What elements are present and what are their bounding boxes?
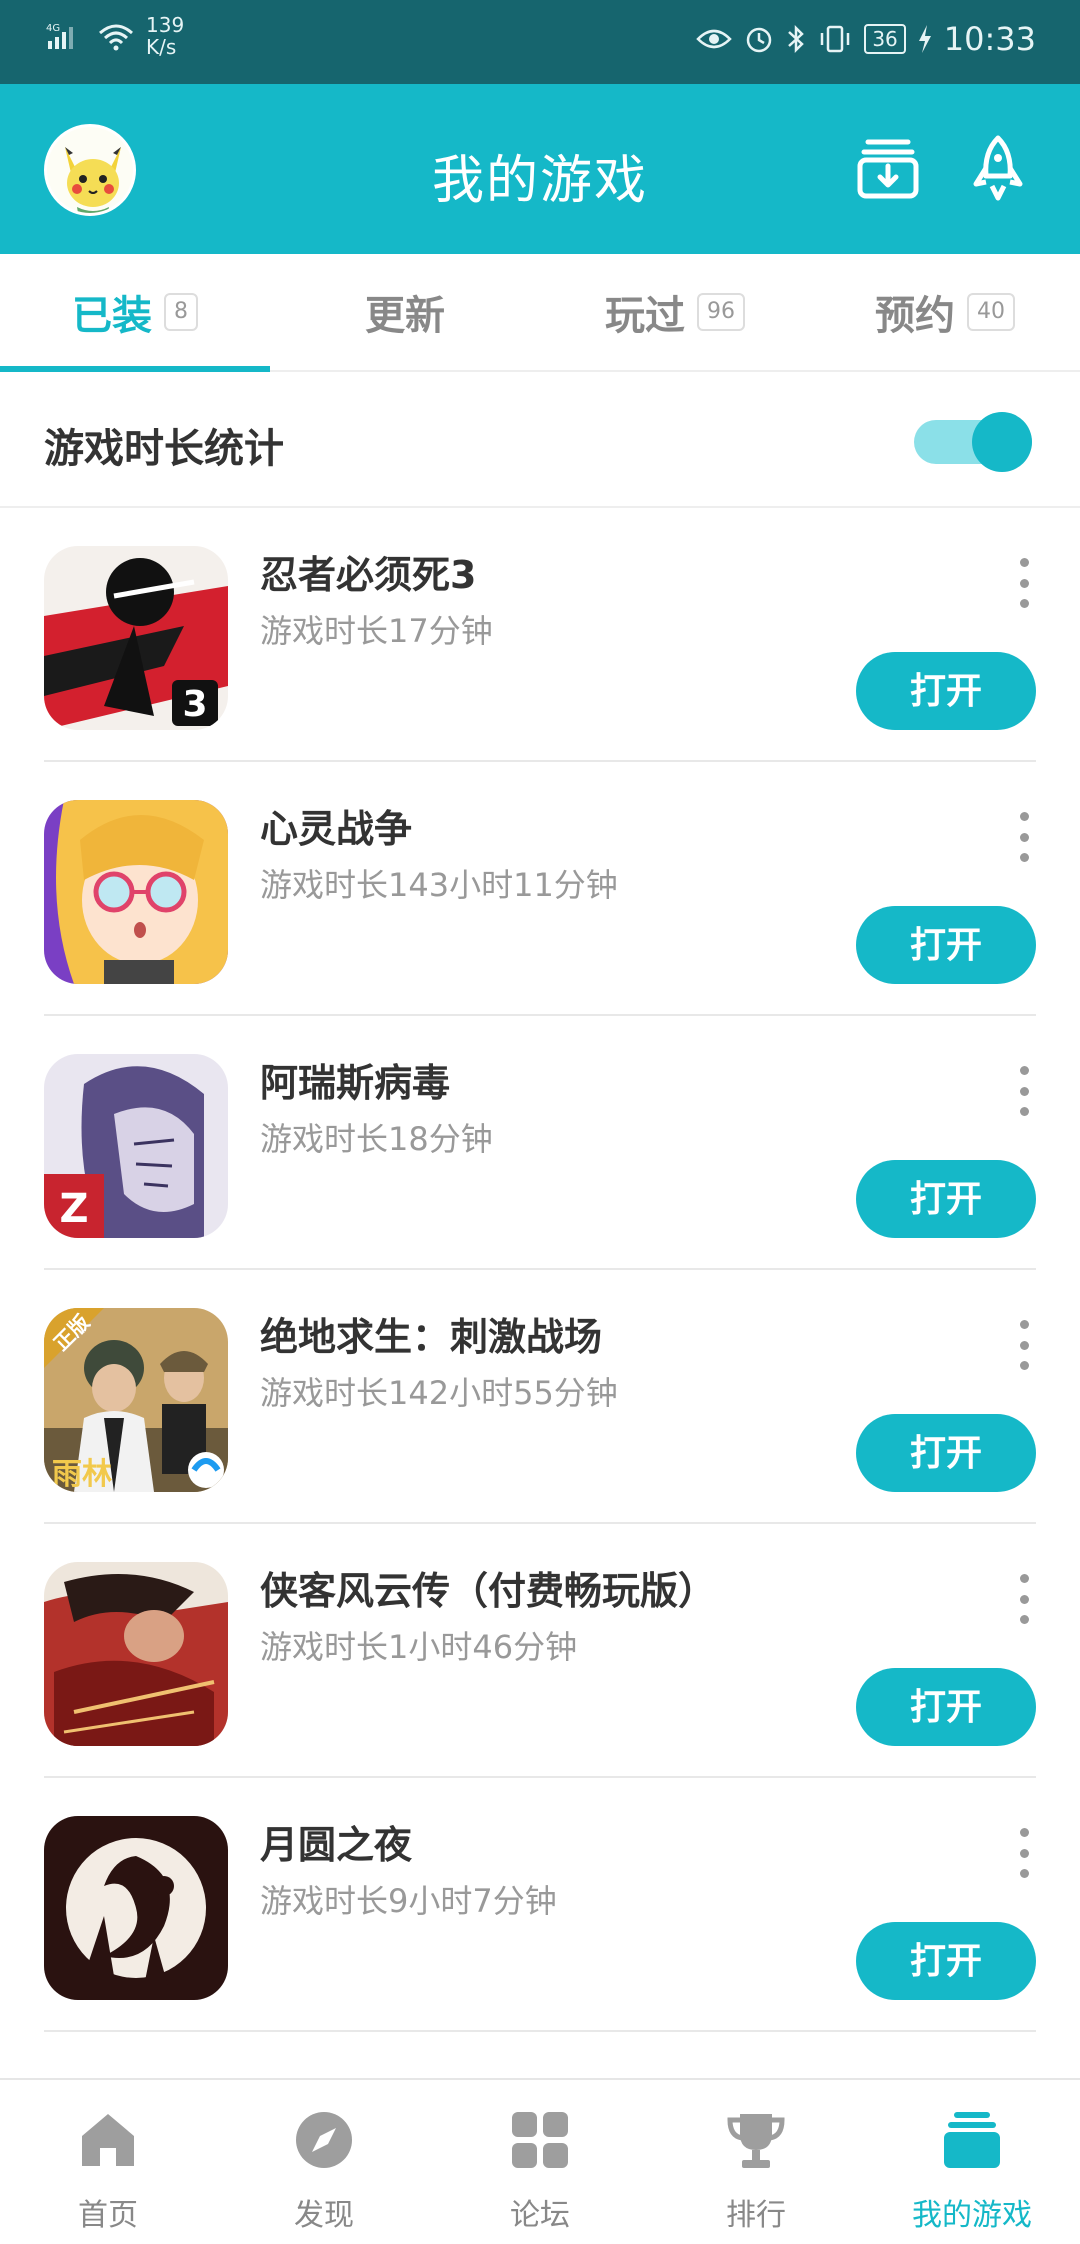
nav-item-my-games[interactable]: 我的游戏 [864, 2080, 1080, 2244]
tab-installed[interactable]: 已装 8 [0, 254, 270, 372]
tab-label: 已装 [72, 293, 152, 339]
more-options-icon[interactable] [1012, 812, 1036, 862]
list-item[interactable]: 月圆之夜 游戏时长9小时7分钟 打开 [44, 1778, 1036, 2032]
list-item[interactable]: Z 阿瑞斯病毒 游戏时长18分钟 打开 [44, 1016, 1036, 1270]
net-speed: 139 K/s [146, 14, 184, 58]
game-title: 阿瑞斯病毒 [260, 1061, 451, 1105]
compass-icon [296, 2112, 352, 2168]
game-title: 侠客风云传（付费畅玩版） [260, 1569, 717, 1613]
open-game-button[interactable]: 打开 [856, 1414, 1036, 1492]
game-icon-ares-virus: Z [44, 1054, 228, 1238]
my-games-icon [944, 2112, 1000, 2168]
speedup-button[interactable] [962, 132, 1034, 204]
playtime-stats-label: 游戏时长统计 [44, 426, 284, 472]
open-game-button[interactable]: 打开 [856, 1668, 1036, 1746]
tab-label: 更新 [365, 293, 445, 339]
nav-item-ranking[interactable]: 排行 [648, 2080, 864, 2244]
alarm-icon [747, 27, 772, 53]
nav-label: 论坛 [510, 2198, 570, 2233]
open-game-button[interactable]: 打开 [856, 652, 1036, 730]
game-icon-ninja: 3 [44, 546, 228, 730]
status-left: 4G 139 K/s [46, 14, 184, 58]
nav-label: 我的游戏 [912, 2198, 1032, 2233]
clock: 10:33 [943, 20, 1036, 58]
game-icon-mind-war [44, 800, 228, 984]
more-options-icon[interactable] [1012, 1066, 1036, 1116]
tab-updates[interactable]: 更新 [270, 254, 540, 370]
home-icon [82, 2114, 134, 2166]
nav-item-forum[interactable]: 论坛 [432, 2080, 648, 2244]
game-title: 心灵战争 [260, 807, 413, 851]
svg-text:Z: Z [59, 1186, 88, 1232]
game-icon-xiake [44, 1562, 228, 1746]
game-title: 月圆之夜 [260, 1823, 413, 1867]
list-item[interactable]: 正版 雨林 绝地求生：刺激战场 游戏时长142小时55分钟 打开 [44, 1270, 1036, 1524]
bottom-nav: 首页 发现 论坛 排行 我的游戏 [0, 2078, 1080, 2244]
app-header: 我的游戏 [0, 84, 1080, 254]
tab-reserved[interactable]: 预约 40 [810, 254, 1080, 370]
open-game-button[interactable]: 打开 [856, 1922, 1036, 2000]
open-game-button[interactable]: 打开 [856, 906, 1036, 984]
game-title: 绝地求生：刺激战场 [260, 1315, 603, 1359]
network-type: 4G [46, 23, 60, 34]
tab-played[interactable]: 玩过 96 [540, 254, 810, 370]
tab-label: 预约 [875, 293, 955, 339]
list-item[interactable]: 侠客风云传（付费畅玩版） 游戏时长1小时46分钟 打开 [44, 1524, 1036, 1778]
more-options-icon[interactable] [1012, 1828, 1036, 1878]
game-icon-moon-night [44, 1816, 228, 2000]
game-icon-pubg: 正版 雨林 [44, 1308, 228, 1492]
game-icon-brand: 雨林 [52, 1457, 112, 1492]
tab-bar: 已装 8 更新 玩过 96 预约 40 [0, 254, 1080, 372]
installed-games-list: 3 忍者必须死3 游戏时长17分钟 打开 心灵战争 游戏时长143小时11分钟 [0, 508, 1080, 2032]
game-playtime: 游戏时长142小时55分钟 [260, 1374, 618, 1412]
game-playtime: 游戏时长9小时7分钟 [260, 1882, 557, 1920]
game-playtime: 游戏时长18分钟 [260, 1120, 493, 1158]
tab-count-badge: 96 [697, 293, 745, 331]
more-options-icon[interactable] [1012, 558, 1036, 608]
nav-item-discover[interactable]: 发现 [216, 2080, 432, 2244]
more-options-icon[interactable] [1012, 1574, 1036, 1624]
tab-label: 玩过 [605, 293, 685, 339]
game-playtime: 游戏时长1小时46分钟 [260, 1628, 578, 1666]
vibrate-icon [821, 25, 850, 53]
signal-icon: 4G [46, 23, 73, 49]
battery-level: 36 [864, 24, 906, 54]
open-game-button[interactable]: 打开 [856, 1160, 1036, 1238]
game-playtime: 游戏时长143小时11分钟 [260, 866, 618, 904]
tab-count-badge: 8 [164, 293, 198, 331]
nav-label: 首页 [78, 2198, 138, 2233]
eye-icon [696, 29, 733, 49]
net-speed-value: 139 [146, 13, 185, 37]
charging-icon [918, 25, 931, 53]
grid-icon [512, 2112, 568, 2168]
bluetooth-icon [788, 24, 805, 54]
more-options-icon[interactable] [1012, 1320, 1036, 1370]
game-icon-badge: 3 [182, 684, 207, 725]
game-playtime: 游戏时长17分钟 [260, 612, 493, 650]
list-item[interactable]: 3 忍者必须死3 游戏时长17分钟 打开 [44, 508, 1036, 762]
status-right: 36 10:33 [696, 20, 1036, 58]
status-bar: 4G 139 K/s 36 10:33 [0, 0, 1080, 84]
playtime-stats-toggle[interactable] [914, 412, 1032, 472]
trophy-icon [727, 2114, 785, 2168]
download-manager-button[interactable] [852, 132, 924, 204]
nav-label: 发现 [294, 2198, 354, 2233]
net-speed-unit: K/s [146, 35, 177, 59]
tab-count-badge: 40 [967, 293, 1015, 331]
wifi-icon [99, 24, 133, 51]
playtime-stats-row: 游戏时长统计 [0, 372, 1080, 508]
nav-label: 排行 [726, 2198, 786, 2233]
download-box-icon [857, 139, 919, 199]
nav-item-home[interactable]: 首页 [0, 2080, 216, 2244]
game-title: 忍者必须死3 [260, 553, 477, 597]
rocket-icon [973, 135, 1023, 201]
list-item[interactable]: 心灵战争 游戏时长143小时11分钟 打开 [44, 762, 1036, 1016]
toggle-knob [972, 412, 1032, 472]
